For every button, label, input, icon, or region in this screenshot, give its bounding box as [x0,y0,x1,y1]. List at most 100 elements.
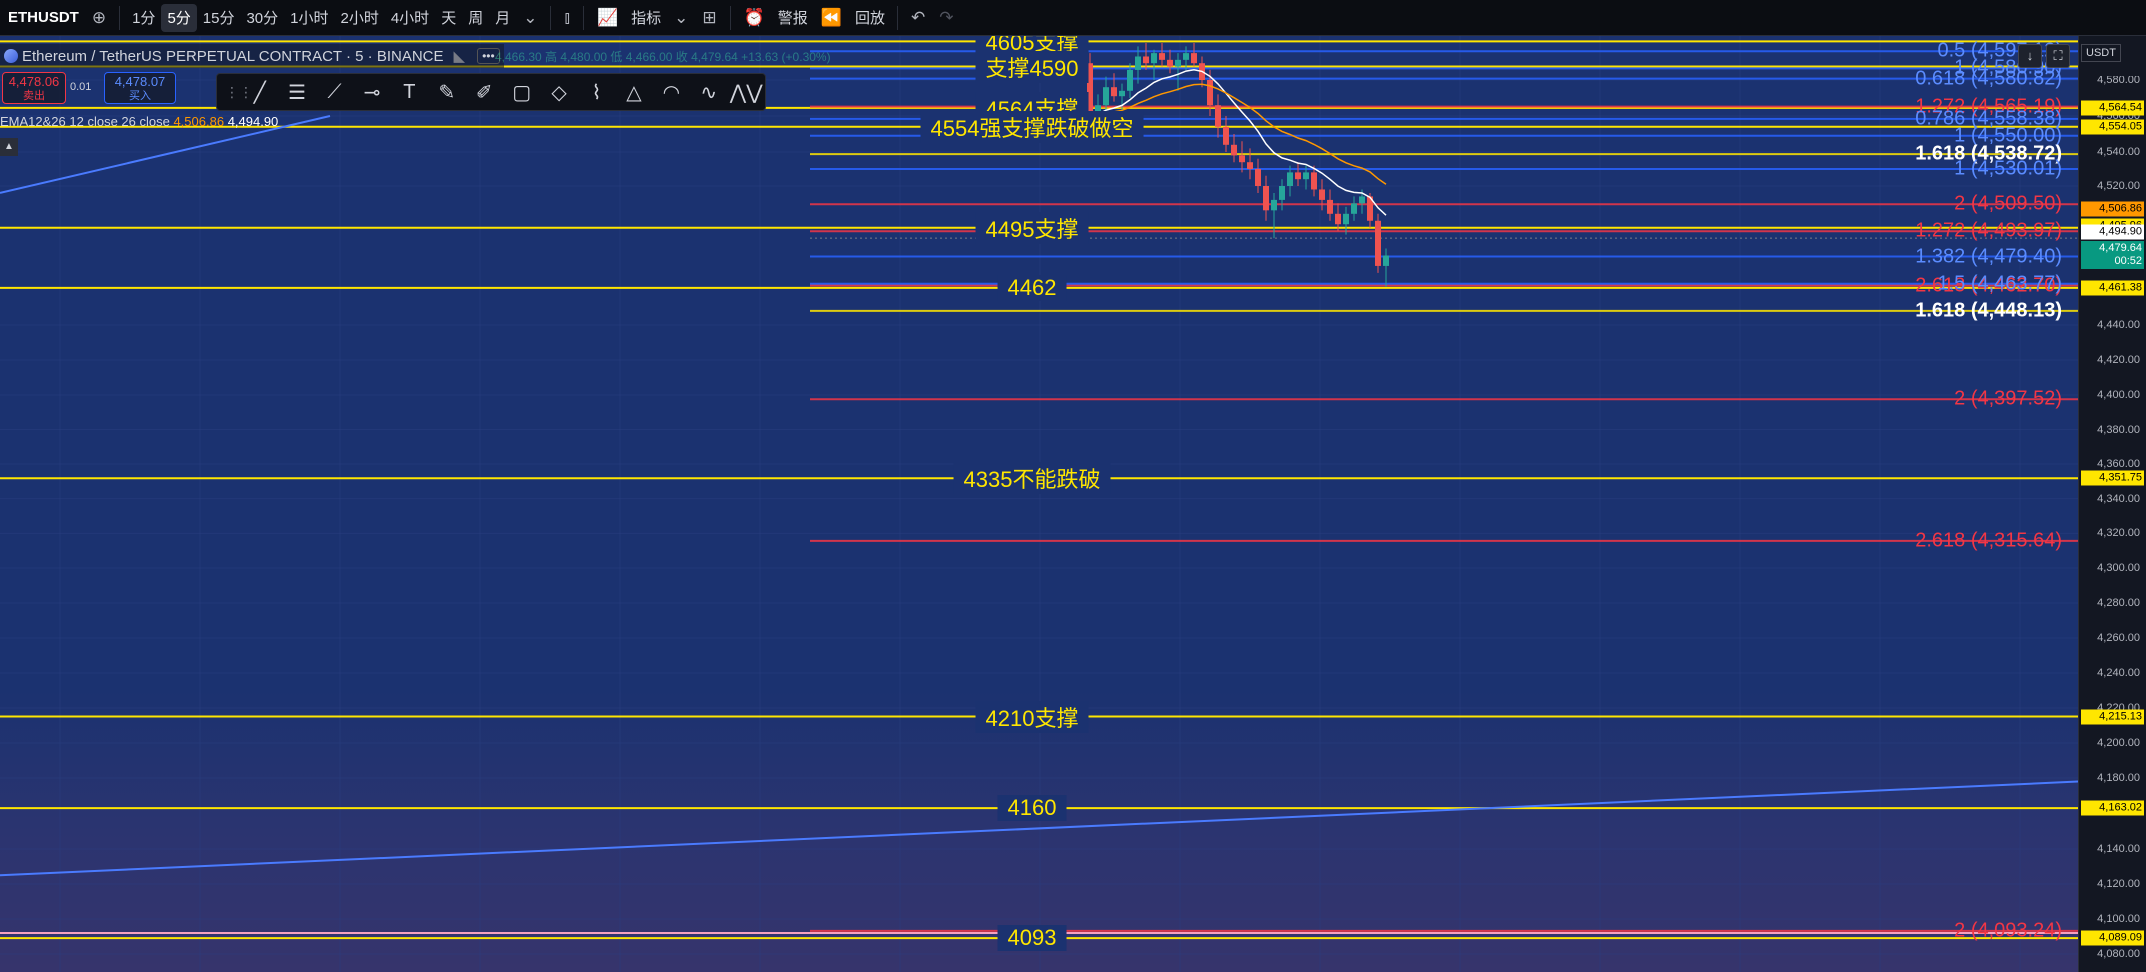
support-level-label[interactable]: 4335不能跌破 [953,462,1111,495]
fib-level-label: 1.272 (4,493.97) [1915,219,2062,242]
chart-pane[interactable]: 4605支撑 支撑4590 4564支撑 4554强支撑跌破做空 4495支撑 4462 4… [0,36,2078,972]
candle-body [1343,213,1349,225]
price-tick: 4,520.00 [2097,180,2140,192]
support-level-label[interactable]: 4495支撑 [975,211,1089,244]
spread-value: 0.01 [70,81,92,93]
candle-body [1231,144,1237,156]
support-level-label[interactable]: 4554强支撑跌破做空 [920,110,1144,143]
interval-0[interactable]: 1分 [126,4,161,32]
price-tick: 4,280.00 [2097,597,2140,609]
candle-body [1295,172,1301,180]
interval-9[interactable]: 月 [489,4,516,32]
alert-button[interactable]: 警报 [772,4,814,32]
fullscreen-icon[interactable]: ⛶ [2046,44,2070,68]
price-tick: 4,080.00 [2097,948,2140,960]
currency-selector[interactable]: USDT [2081,44,2121,62]
candle-body [1271,199,1277,211]
fib-level-label: 2 (4,093.24) [1954,919,2062,942]
interval-5[interactable]: 2小时 [335,4,385,32]
sell-button[interactable]: 4,478.06 卖出 [2,72,66,104]
ray-icon[interactable]: ⟋ [316,81,353,104]
buy-price: 4,478.07 [114,74,166,89]
pattern-icon[interactable]: ⋀⋁ [727,80,764,105]
zigzag-icon[interactable]: ⌇ [578,80,615,105]
interval-8[interactable]: 周 [462,4,489,32]
add-symbol-icon[interactable]: ⊕ [85,8,113,28]
indicators-button[interactable]: 指标 [625,4,667,32]
buy-button[interactable]: 4,478.07 买入 [104,72,176,104]
price-label: 4,479.64 00:52 [2081,240,2144,269]
interval-3[interactable]: 30分 [240,4,284,32]
chart-canvas[interactable] [0,36,2078,972]
symbol-legend: Ethereum / TetherUS PERPETUAL CONTRACT ·… [0,44,504,68]
layout-grid-icon[interactable]: ⊞ [695,8,723,28]
trend-line-icon[interactable]: ╱ [241,80,278,105]
candle-body [1359,196,1365,204]
candle-body [1327,199,1333,214]
triangle-icon[interactable]: △ [615,80,652,105]
candle-body [1111,87,1117,97]
candle-body [1383,255,1389,266]
candle-body [1287,172,1293,186]
pen-icon[interactable]: ✐ [466,80,503,105]
chevron-down-icon[interactable]: ⌄ [516,8,544,28]
text-icon[interactable]: T [391,81,428,104]
fib-level-label: 1 (4,530.01) [1954,157,2062,180]
horizontal-line-icon[interactable]: ⊸ [353,80,390,105]
candle-body [1135,56,1141,70]
replay-button[interactable]: 回放 [849,4,891,32]
price-label: 4,461.38 [2081,280,2144,296]
ema-legend[interactable]: EMA12&26 12 close 26 close 4,506.86 4,49… [0,114,278,129]
support-level-label[interactable]: 4462 [997,274,1067,301]
interval-2[interactable]: 15分 [197,4,241,32]
price-tick: 4,100.00 [2097,913,2140,925]
interval-6[interactable]: 4小时 [385,4,435,32]
fib-retracement-icon[interactable]: ☰ [278,80,315,105]
chevron-down-icon[interactable]: ⌄ [667,8,695,28]
alarm-clock-icon[interactable]: ⏰ [737,8,772,28]
redo-icon[interactable]: ↷ [932,8,960,28]
price-tick: 4,200.00 [2097,737,2140,749]
price-tick: 4,380.00 [2097,423,2140,436]
price-tick: 4,300.00 [2097,562,2140,574]
candle-body [1279,186,1285,200]
interval-7[interactable]: 天 [435,4,462,32]
price-label: 4,494.90 [2081,224,2144,240]
interval-4[interactable]: 1小时 [284,4,334,32]
fib-level-label: 2.618 (4,315.64) [1915,529,2062,552]
download-icon[interactable]: ↓ [2018,44,2042,68]
candle-body [1263,186,1269,211]
fib-level-label: 0.618 (4,580.82) [1915,67,2062,90]
support-level-label[interactable]: 4210支撑 [975,700,1089,733]
legend-title[interactable]: Ethereum / TetherUS PERPETUAL CONTRACT ·… [22,48,444,65]
arc-icon[interactable]: ◠ [653,80,690,105]
brush-icon[interactable]: ✎ [428,80,465,105]
rectangle-icon[interactable]: ▢ [503,80,540,105]
undo-icon[interactable]: ↶ [904,8,932,28]
candle-body [1223,126,1229,145]
interval-1[interactable]: 5分 [161,3,197,32]
symbol-search-button[interactable]: ETHUSDT [0,4,85,32]
drag-handle-icon[interactable]: ⋮⋮ [225,84,253,101]
path-icon[interactable]: ◇ [540,80,577,105]
support-level-label[interactable]: 支撑4590 [975,50,1089,83]
candle-body [1175,59,1181,67]
ema-value-12: 4,506.86 [173,114,225,129]
candle-type-icon[interactable]: ⫾ [557,8,576,28]
candle-body [1319,189,1325,200]
collapse-legend-icon[interactable]: ▲ [0,138,18,156]
price-axis[interactable]: 4,580.00 4,560.00 4,540.00 4,520.00 4,440.00… [2078,36,2146,972]
price-label: 4,089.09 [2081,930,2144,946]
support-level-label[interactable]: 4093 [997,925,1067,952]
fib-level-label: 2 (4,509.50) [1954,192,2062,215]
candle-body [1191,53,1197,64]
candle-body [1255,169,1261,186]
price-tick: 4,420.00 [2097,354,2140,366]
support-level-label[interactable]: 4160 [997,795,1067,822]
curve-icon[interactable]: ∿ [690,80,727,105]
candle-body [1311,172,1317,190]
indicators-icon[interactable]: 📈 [590,8,625,28]
rewind-icon[interactable]: ⏪ [814,8,849,28]
price-tick: 4,540.00 [2097,146,2140,158]
eye-icon[interactable]: ◣ [454,47,466,65]
